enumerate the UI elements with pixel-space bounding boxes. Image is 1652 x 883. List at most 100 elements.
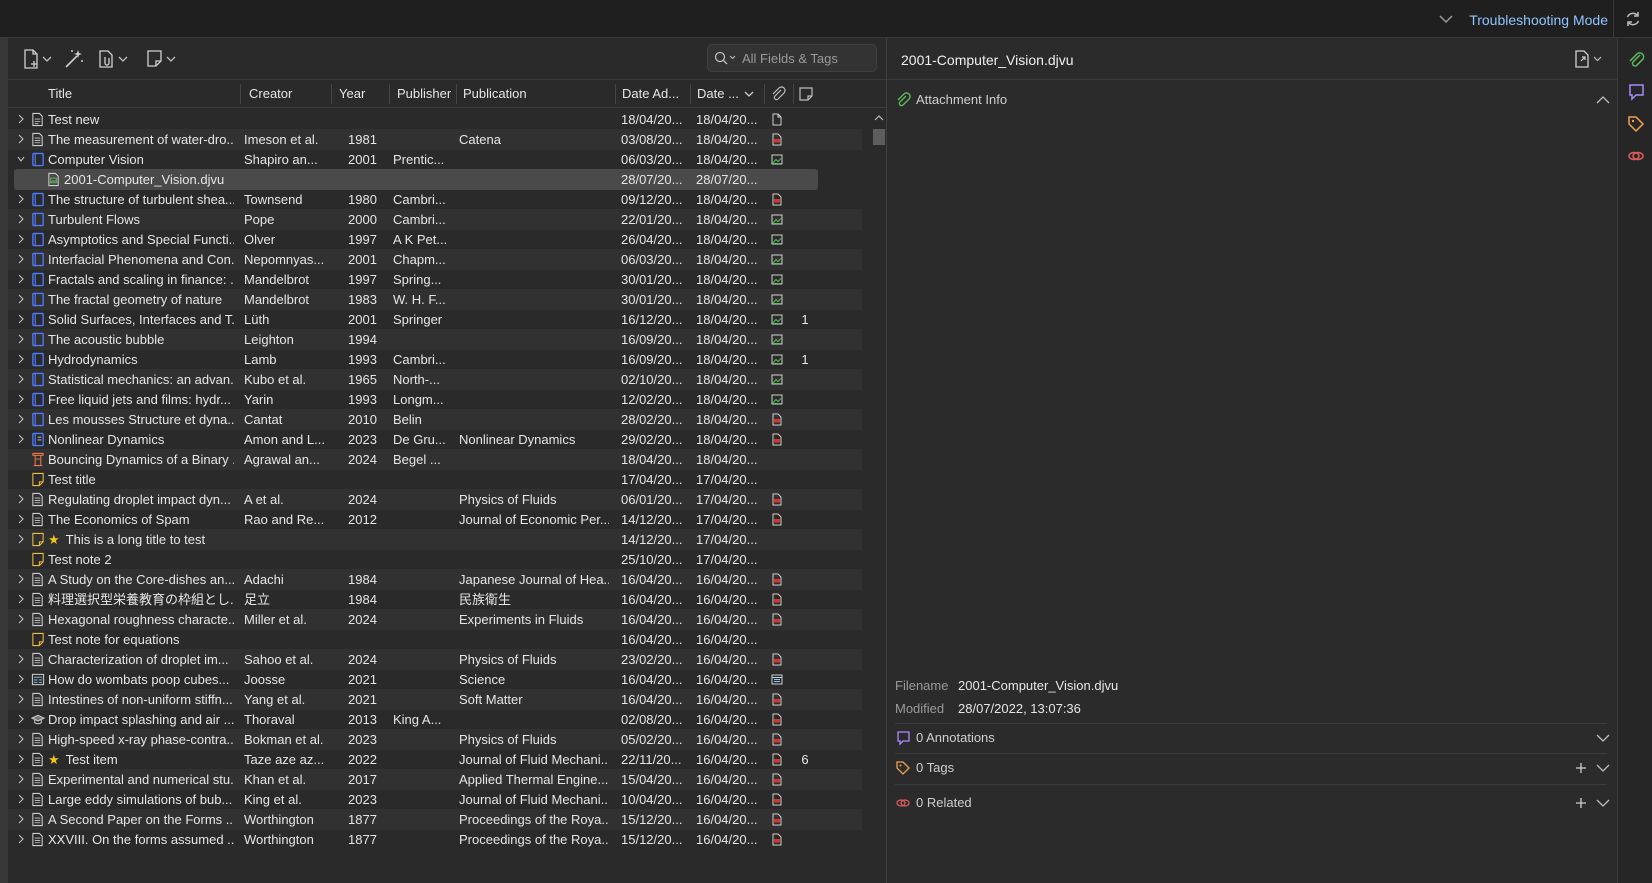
pdf-attachment-icon[interactable] [771, 513, 783, 526]
pdf-attachment-icon[interactable] [771, 613, 783, 626]
chevron-down-icon[interactable] [1438, 13, 1454, 25]
chevron-down-icon[interactable] [17, 154, 25, 164]
table-row[interactable]: Experimental and numerical stu... Khan et… [8, 769, 862, 790]
chevron-right-icon[interactable] [17, 534, 25, 544]
chevron-right-icon[interactable] [17, 694, 25, 704]
pdf-attachment-icon[interactable] [771, 133, 783, 146]
tags-header[interactable]: 0 Tags [895, 756, 954, 780]
chevron-up-icon[interactable] [1596, 95, 1610, 105]
chevron-right-icon[interactable] [17, 274, 25, 284]
chevron-right-icon[interactable] [17, 134, 25, 144]
scroll-up-icon[interactable] [874, 115, 884, 121]
table-row[interactable]: XXVIII. On the forms assumed ... Worthing… [8, 829, 862, 850]
pdf-attachment-icon[interactable] [771, 413, 783, 426]
table-row[interactable]: Intestines of non-uniform stiffn... Yang … [8, 689, 862, 710]
pdf-attachment-icon[interactable] [771, 753, 783, 766]
table-row[interactable]: Test title 17/04/20... 17/04/20... [8, 469, 862, 490]
table-row[interactable]: Characterization of droplet im... Sahoo e… [8, 649, 862, 670]
image-attachment-icon[interactable] [771, 333, 783, 346]
table-row[interactable]: Hydrodynamics Lamb 1993 Cambri... 16/09/20..… [8, 349, 862, 370]
table-row[interactable]: The fractal geometry of nature Mandelbrot… [8, 289, 862, 310]
search-input[interactable] [742, 48, 870, 68]
table-row[interactable]: Solid Surfaces, Interfaces and T... Lüth 2… [8, 309, 862, 330]
image-attachment-icon[interactable] [771, 153, 783, 166]
column-separator[interactable] [240, 84, 241, 104]
table-row[interactable]: Les mousses Structure et dyna... Cantat 20… [8, 409, 862, 430]
add-related-icon[interactable] [1575, 797, 1587, 809]
scrollbar[interactable] [870, 109, 886, 883]
image-attachment-icon[interactable] [771, 233, 783, 246]
image-attachment-icon[interactable] [771, 393, 783, 406]
table-row[interactable]: 2001-Computer_Vision.djvu 28/07/20... 28/0… [14, 169, 818, 190]
attachment-info-icon[interactable] [1626, 50, 1646, 70]
image-attachment-icon[interactable] [771, 373, 783, 386]
tag-icon[interactable] [1626, 114, 1646, 134]
table-row[interactable]: ★ This is a long title to test 14/12/20...… [8, 529, 862, 550]
chevron-right-icon[interactable] [17, 514, 25, 524]
table-row[interactable]: Drop impact splashing and air ... Thorava… [8, 709, 862, 730]
table-row[interactable]: Regulating droplet impact dyn... A et al.… [8, 489, 862, 510]
pdf-attachment-icon[interactable] [771, 193, 783, 206]
chevron-right-icon[interactable] [17, 374, 25, 384]
table-row[interactable]: Hexagonal roughness characte... Miller et… [8, 609, 862, 630]
new-item-button[interactable] [20, 47, 52, 71]
table-row[interactable]: Test note 2 25/10/20... 17/04/20... [8, 549, 862, 570]
chevron-right-icon[interactable] [17, 574, 25, 584]
table-row[interactable]: The structure of turbulent shea... Townse… [8, 189, 862, 210]
chevron-right-icon[interactable] [17, 314, 25, 324]
column-separator[interactable] [456, 84, 457, 104]
column-publisher[interactable]: Publisher [397, 80, 457, 107]
add-by-identifier-button[interactable] [63, 47, 85, 71]
image-attachment-icon[interactable] [771, 253, 783, 266]
chevron-right-icon[interactable] [17, 334, 25, 344]
chevron-right-icon[interactable] [17, 794, 25, 804]
chevron-right-icon[interactable] [17, 234, 25, 244]
pdf-attachment-icon[interactable] [771, 653, 783, 666]
filename-value[interactable]: 2001-Computer_Vision.djvu [958, 678, 1118, 693]
table-row[interactable]: Asymptotics and Special Functi... Olver 19… [8, 229, 862, 250]
annotations-icon[interactable] [1626, 82, 1646, 102]
new-note-button[interactable] [144, 47, 176, 71]
chevron-right-icon[interactable] [17, 714, 25, 724]
collection-pane-edge[interactable] [0, 38, 8, 883]
chevron-down-icon[interactable] [1596, 798, 1610, 808]
table-row[interactable]: Computer Vision Shapiro an... 2001 Prentic.… [8, 149, 862, 170]
sort-descending-icon[interactable] [744, 90, 754, 98]
pdf-attachment-icon[interactable] [771, 593, 783, 606]
refresh-icon[interactable] [1624, 10, 1642, 28]
chevron-right-icon[interactable] [17, 754, 25, 764]
table-row[interactable]: Test new 18/04/20... 18/04/20... [8, 109, 862, 130]
attachment-info-header[interactable]: Attachment Info [895, 88, 1007, 112]
column-title[interactable]: Title [48, 80, 238, 107]
column-separator[interactable] [389, 84, 390, 104]
scrollbar-thumb[interactable] [873, 129, 885, 145]
column-date-modified[interactable]: Date ... [697, 80, 741, 107]
file-attachment-icon[interactable] [771, 113, 783, 126]
table-row[interactable]: Nonlinear Dynamics Amon and L... 2023 De Gr… [8, 429, 862, 450]
table-row[interactable]: The Economics of Spam Rao and Re... 2012 Jo… [8, 509, 862, 530]
pdf-attachment-icon[interactable] [771, 433, 783, 446]
table-row[interactable]: Fractals and scaling in finance: ... Mand… [8, 269, 862, 290]
column-date-added[interactable]: Date Ad... [622, 80, 688, 107]
related-header[interactable]: 0 Related [895, 791, 972, 815]
pdf-attachment-icon[interactable] [771, 713, 783, 726]
table-row[interactable]: A Study on the Core-dishes an... Adachi 19… [8, 569, 862, 590]
add-tag-icon[interactable] [1575, 762, 1587, 774]
pdf-attachment-icon[interactable] [771, 493, 783, 506]
pdf-attachment-icon[interactable] [771, 733, 783, 746]
chevron-right-icon[interactable] [17, 734, 25, 744]
snapshot-attachment-icon[interactable] [771, 673, 783, 686]
chevron-right-icon[interactable] [17, 614, 25, 624]
table-row[interactable]: Statistical mechanics: an advan... Kubo e… [8, 369, 862, 390]
chevron-right-icon[interactable] [17, 814, 25, 824]
image-attachment-icon[interactable] [771, 313, 783, 326]
chevron-right-icon[interactable] [17, 354, 25, 364]
table-row[interactable]: The measurement of water-dro... Imeson et… [8, 129, 862, 150]
column-separator[interactable] [331, 84, 332, 104]
table-row[interactable]: Turbulent Flows Pope 2000 Cambri... 22/01/20… [8, 209, 862, 230]
table-row[interactable]: Large eddy simulations of bub... King et … [8, 789, 862, 810]
pdf-attachment-icon[interactable] [771, 573, 783, 586]
chevron-right-icon[interactable] [17, 674, 25, 684]
chevron-right-icon[interactable] [17, 654, 25, 664]
chevron-right-icon[interactable] [17, 494, 25, 504]
